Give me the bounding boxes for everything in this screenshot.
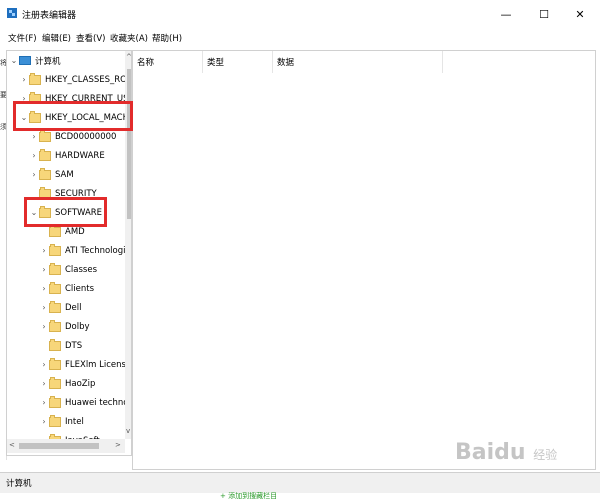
tree-item-label: Huawei technolo [65, 397, 132, 408]
chevron-right-icon[interactable]: › [29, 170, 39, 179]
menu-favorites[interactable]: 收藏夹(A) [110, 32, 148, 44]
chevron-right-icon[interactable]: › [29, 132, 39, 141]
watermark-paw: du [494, 440, 526, 465]
watermark-brand: Bai [455, 440, 495, 465]
chevron-right-icon[interactable]: › [39, 379, 49, 388]
scroll-up-icon[interactable]: ^ [126, 53, 131, 61]
chevron-right-icon[interactable]: › [29, 151, 39, 160]
scroll-right-icon[interactable]: > [115, 441, 121, 449]
tree-item-label: Dell [65, 302, 82, 313]
tree-item[interactable]: DTS [39, 336, 82, 355]
status-path: 计算机 [6, 479, 32, 489]
chevron-down-icon[interactable]: ⌄ [9, 56, 19, 65]
column-header-data[interactable]: 数据 [273, 51, 443, 73]
tree-item[interactable]: › Intel [39, 412, 84, 431]
folder-icon [39, 148, 51, 161]
menu-file[interactable]: 文件(F) [8, 32, 37, 44]
baidu-watermark: Baidu 经验 [455, 440, 585, 480]
title-bar: 注册表编辑器 — ☐ ✕ [0, 0, 600, 28]
tree-item[interactable]: › Classes [39, 260, 97, 279]
tree-item[interactable]: › ATI Technologie [39, 241, 131, 260]
tree-item[interactable]: › Dell [39, 298, 82, 317]
folder-icon [49, 357, 61, 370]
menu-edit[interactable]: 编辑(E) [42, 32, 71, 44]
scrollbar-thumb[interactable] [19, 443, 99, 449]
chevron-right-icon[interactable]: › [39, 322, 49, 331]
tree-horizontal-scrollbar[interactable]: < > [7, 439, 125, 453]
minimize-button[interactable]: — [488, 0, 524, 28]
tree-item[interactable]: › HARDWARE [29, 146, 105, 165]
folder-icon [49, 262, 61, 275]
menu-view[interactable]: 查看(V) [76, 32, 105, 44]
tree-item[interactable]: › FLEXlm License N [39, 355, 132, 374]
folder-icon [49, 319, 61, 332]
tree-item-label: DTS [65, 340, 83, 351]
column-header-type[interactable]: 类型 [203, 51, 273, 73]
tree-item[interactable]: › Huawei technolo [39, 393, 132, 412]
tree-item-label: HaoZip [65, 378, 96, 389]
window-title: 注册表编辑器 [22, 11, 77, 21]
folder-icon [49, 376, 61, 389]
folder-icon [49, 243, 61, 256]
regedit-icon [7, 8, 17, 18]
tree-item-label: Intel [65, 416, 84, 427]
folder-icon [49, 395, 61, 408]
chevron-right-icon[interactable]: › [39, 417, 49, 426]
tree-item-label: ATI Technologie [65, 245, 131, 256]
menu-help[interactable]: 帮助(H) [152, 32, 182, 44]
folder-icon [39, 129, 51, 142]
folder-icon [29, 72, 41, 85]
tree-item[interactable]: › HKEY_CLASSES_ROOT [19, 70, 132, 89]
folder-icon [39, 167, 51, 180]
tree-item-label: HARDWARE [55, 150, 105, 161]
chevron-right-icon[interactable]: › [39, 398, 49, 407]
chevron-right-icon[interactable]: › [39, 265, 49, 274]
scroll-left-icon[interactable]: < [9, 441, 15, 449]
maximize-button[interactable]: ☐ [526, 0, 562, 28]
folder-icon [49, 224, 61, 237]
folder-icon [49, 281, 61, 294]
tree-item-label: BCD00000000 [55, 131, 117, 142]
folder-icon [49, 414, 61, 427]
clipped-bottom-strip: + 添加到搜藏栏目 [0, 492, 600, 500]
computer-icon [19, 56, 31, 65]
chevron-right-icon[interactable]: › [39, 303, 49, 312]
tree-root-computer[interactable]: ⌄ 计算机 [9, 51, 61, 70]
scroll-down-icon[interactable]: v [126, 427, 130, 435]
chevron-right-icon[interactable]: › [19, 75, 29, 84]
tree-item[interactable]: › HaoZip [39, 374, 95, 393]
chevron-right-icon[interactable]: › [39, 284, 49, 293]
values-list[interactable]: 名称 类型 数据 [132, 50, 596, 470]
tree-item[interactable]: › Dolby [39, 317, 90, 336]
tree-item[interactable]: › SAM [29, 165, 74, 184]
folder-icon [49, 338, 61, 351]
folder-icon [49, 300, 61, 313]
tree-item-label: 计算机 [35, 56, 61, 67]
tree-item-label: Dolby [65, 321, 90, 332]
tree-item-label: FLEXlm License N [65, 359, 132, 370]
column-header-name[interactable]: 名称 [133, 51, 203, 73]
menu-bar: 文件(F) 编辑(E) 查看(V) 收藏夹(A) 帮助(H) [0, 30, 600, 46]
highlight-box-software [24, 197, 107, 227]
tree-item-label: SAM [55, 169, 74, 180]
chevron-right-icon[interactable]: › [39, 246, 49, 255]
tree-item-label: HKEY_CLASSES_ROOT [45, 74, 132, 85]
tree-item-label: AMD [65, 226, 85, 237]
highlight-box-hklm [13, 101, 133, 131]
tree-item[interactable]: › Clients [39, 279, 94, 298]
watermark-suffix: 经验 [533, 448, 558, 462]
registry-editor-window: 注册表编辑器 — ☐ ✕ 文件(F) 编辑(E) 查看(V) 收藏夹(A) 帮助… [0, 0, 600, 500]
tree-item-label: Clients [65, 283, 95, 294]
tree-item-label: Classes [65, 264, 98, 275]
close-button[interactable]: ✕ [562, 0, 598, 28]
chevron-right-icon[interactable]: › [39, 360, 49, 369]
